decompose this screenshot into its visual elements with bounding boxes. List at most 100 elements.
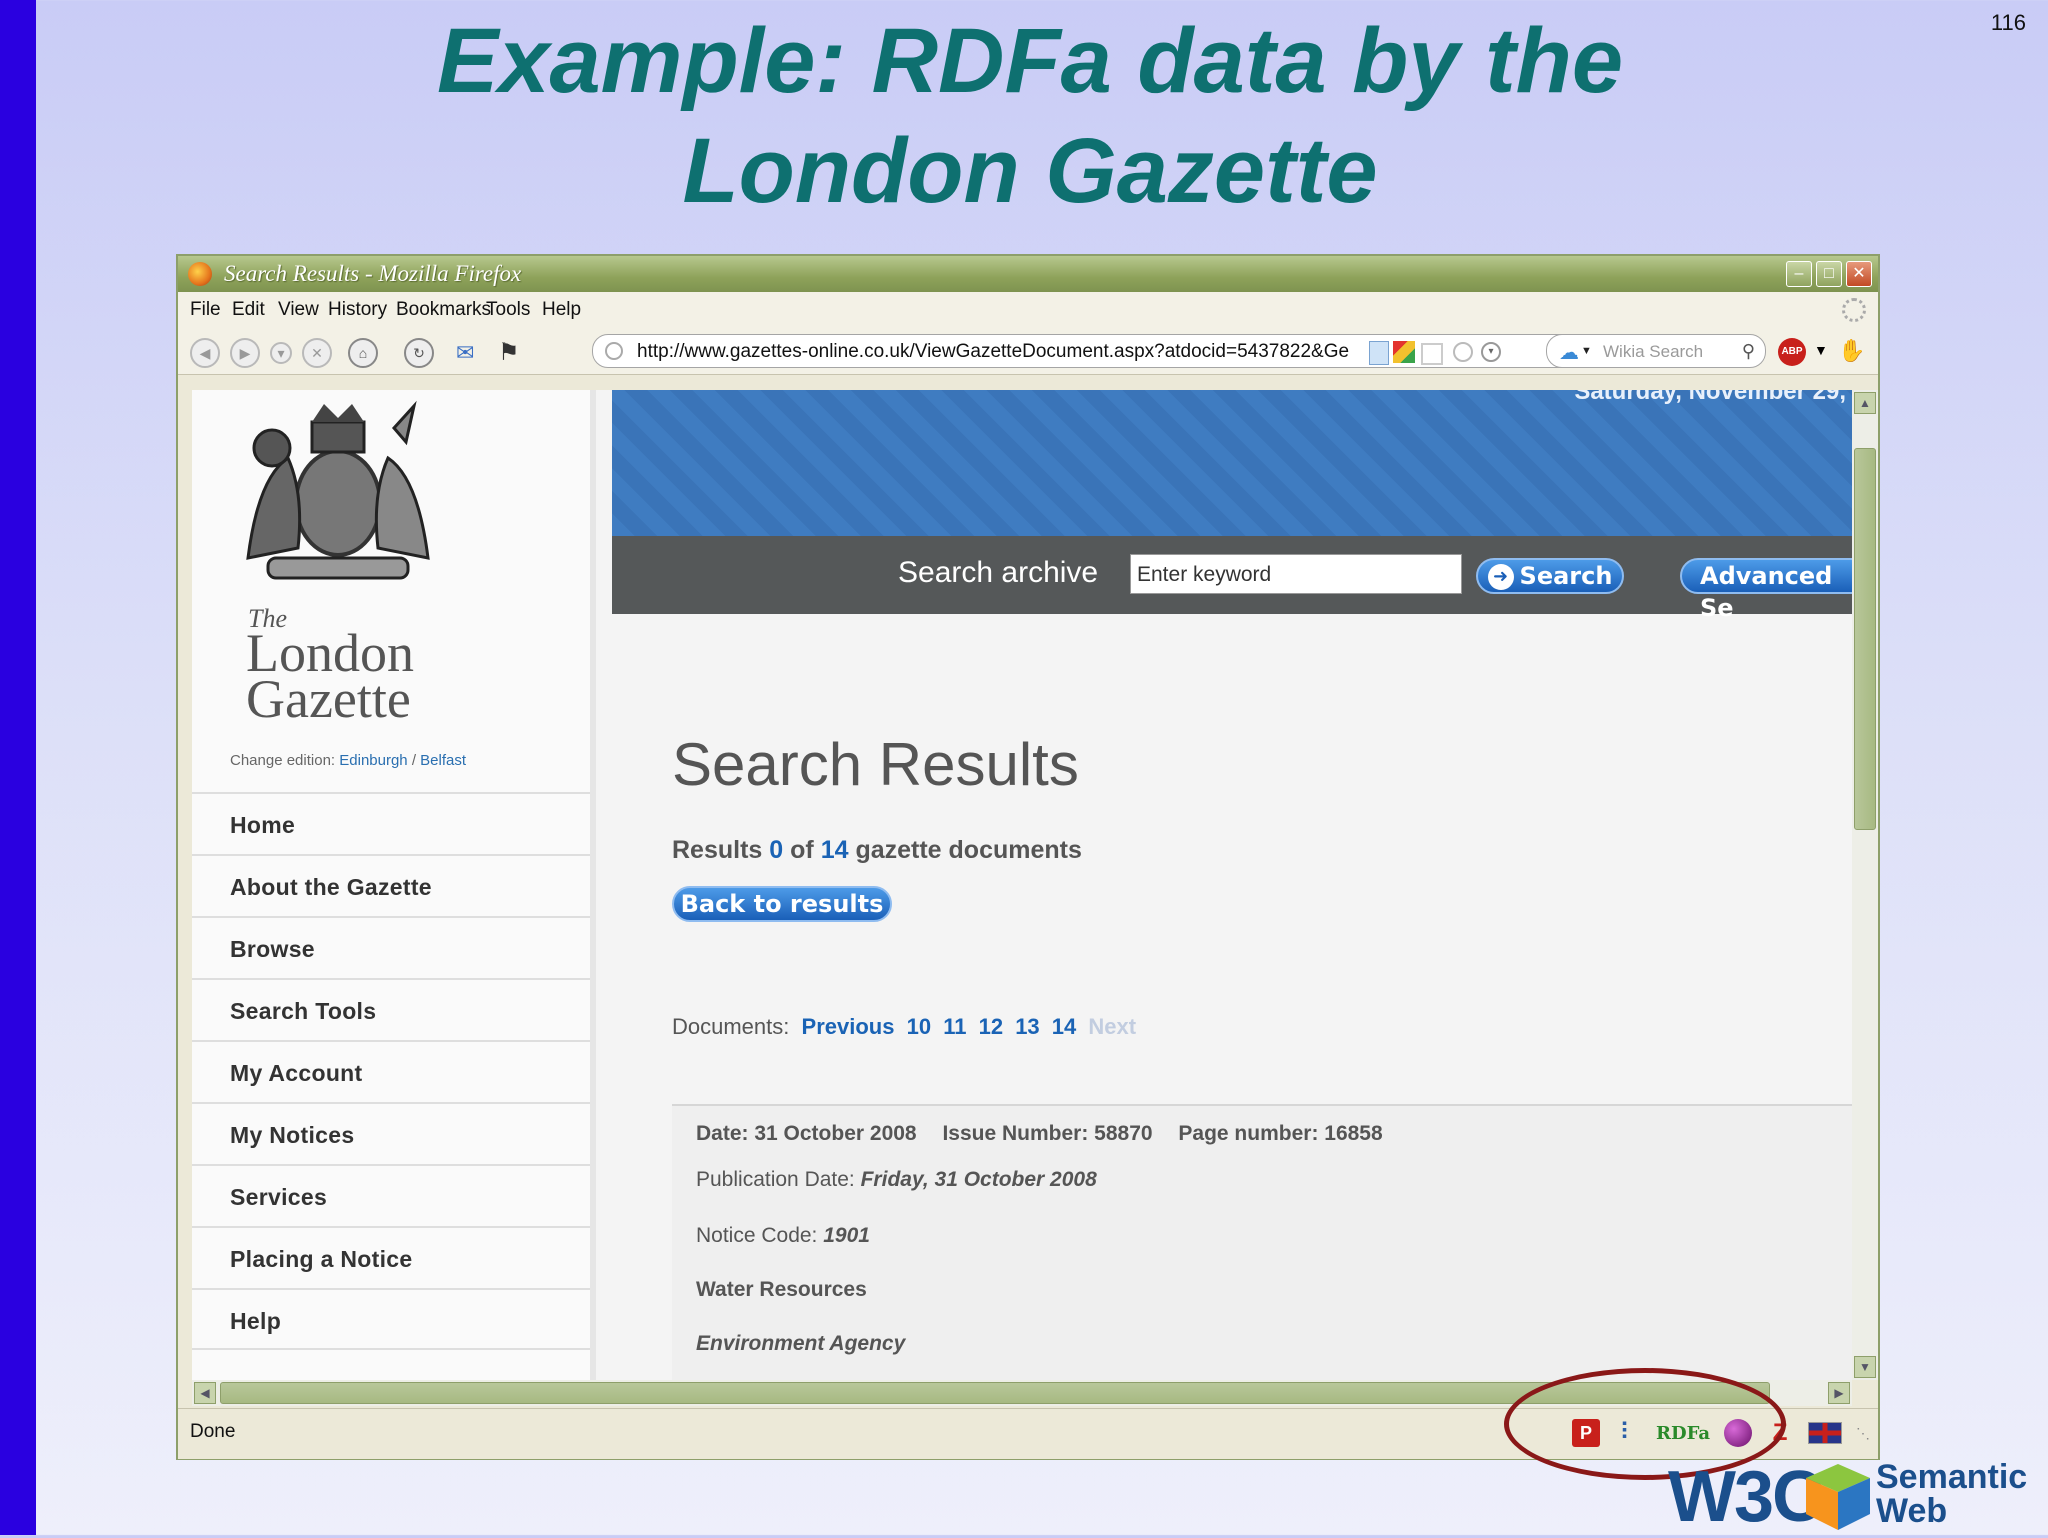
results-prefix: Results — [672, 836, 763, 864]
hand-icon[interactable]: ✋ — [1838, 338, 1865, 364]
edition-label: Change edition: — [230, 752, 336, 769]
pager-previous[interactable]: Previous — [802, 1014, 895, 1039]
w3c-logo: W3C — [1668, 1457, 1824, 1537]
history-dropdown-icon[interactable]: ▾ — [270, 342, 292, 364]
menu-bookmarks[interactable]: Bookmarks — [396, 299, 491, 321]
semantic-web-cube-icon — [1806, 1464, 1870, 1530]
advanced-search-button[interactable]: Advanced Se — [1680, 558, 1852, 622]
firefox-icon — [188, 262, 212, 286]
scroll-up-icon[interactable]: ▲ — [1854, 392, 1876, 414]
pager-page-12[interactable]: 12 — [979, 1014, 1003, 1039]
search-engine-icon[interactable]: ☁ — [1559, 340, 1579, 365]
notice-code-label: Notice Code: — [696, 1224, 818, 1247]
reload-icon[interactable]: ↻ — [404, 338, 434, 368]
slide-left-bar — [0, 0, 36, 1535]
menu-help[interactable]: Help — [542, 299, 581, 321]
sidebar-item-about[interactable]: About the Gazette — [192, 854, 590, 916]
grid-icon[interactable] — [1421, 343, 1443, 365]
semantic-web-line2: Web — [1876, 1492, 1948, 1530]
window-title: Search Results - Mozilla Firefox — [224, 261, 522, 286]
stop-icon[interactable]: ✕ — [302, 338, 332, 368]
banner-date: Saturday, November 29, — [1574, 390, 1846, 405]
pager-page-11[interactable]: 11 — [943, 1014, 966, 1039]
window-titlebar[interactable]: Search Results - Mozilla Firefox – □ ✕ — [178, 256, 1878, 292]
back-icon[interactable]: ◀ — [190, 338, 220, 368]
mail-icon[interactable]: ✉ — [456, 340, 474, 366]
page-icon[interactable] — [1369, 341, 1389, 365]
sidebar-item-placing-notice[interactable]: Placing a Notice — [192, 1226, 590, 1288]
scroll-left-icon[interactable]: ◀ — [194, 1382, 216, 1404]
publication-date-label: Publication Date: — [696, 1168, 855, 1191]
url-bar[interactable]: http://www.gazettes-online.co.uk/ViewGaz… — [592, 334, 1712, 368]
gazette-logo[interactable]: London Gazette — [246, 626, 414, 729]
results-suffix: gazette documents — [855, 836, 1082, 864]
home-icon[interactable]: ⌂ — [348, 338, 378, 368]
go-icon[interactable] — [1453, 342, 1473, 362]
edition-edinburgh-link[interactable]: Edinburgh — [339, 752, 407, 769]
sidebar-item-browse[interactable]: Browse — [192, 916, 590, 978]
menu-file[interactable]: File — [190, 299, 221, 321]
status-text: Done — [190, 1421, 236, 1442]
sidebar-item-my-account[interactable]: My Account — [192, 1040, 590, 1102]
scroll-right-icon[interactable]: ▶ — [1828, 1382, 1850, 1404]
slide-title-line1: Example: RDFa data by the — [436, 10, 1624, 112]
menu-history[interactable]: History — [328, 299, 387, 321]
uk-flag-icon[interactable] — [1808, 1422, 1843, 1444]
search-archive-bar: Search archive Enter keyword ➜ Search Adv… — [612, 536, 1852, 622]
adblock-dropdown-icon[interactable]: ▼ — [1814, 342, 1828, 358]
edition-belfast-link[interactable]: Belfast — [420, 752, 466, 769]
search-button-label: Search — [1519, 562, 1613, 590]
search-icon[interactable]: ⚲ — [1742, 341, 1755, 362]
window-controls: – □ ✕ — [1786, 261, 1872, 287]
menu-tools[interactable]: Tools — [486, 299, 530, 321]
pager-page-10[interactable]: 10 — [907, 1014, 931, 1039]
arrow-right-icon: ➜ — [1487, 564, 1514, 590]
search-button[interactable]: ➜ Search — [1476, 558, 1624, 594]
publication-date-row: Publication Date: Friday, 31 October 200… — [696, 1168, 1097, 1192]
results-summary: Results 0 of 14 gazette documents — [672, 836, 1082, 865]
vertical-scroll-thumb[interactable] — [1854, 448, 1876, 830]
notice-organisation: Environment Agency — [696, 1332, 906, 1355]
scroll-down-icon[interactable]: ▼ — [1854, 1356, 1876, 1378]
sidebar-item-search-tools[interactable]: Search Tools — [192, 978, 590, 1040]
adblock-icon[interactable]: ABP — [1778, 338, 1806, 366]
notice-code-value: 1901 — [823, 1224, 870, 1247]
engine-dropdown-icon[interactable]: ▼ — [1581, 345, 1592, 357]
edition-separator: / — [411, 752, 416, 769]
semantic-web-logo: Semantic Web — [1876, 1460, 2027, 1528]
resize-grip-icon[interactable]: ⋱ — [1856, 1425, 1870, 1442]
close-button[interactable]: ✕ — [1846, 261, 1872, 287]
keyword-input[interactable]: Enter keyword — [1130, 554, 1462, 594]
logo-gazette: Gazette — [246, 669, 411, 729]
minimize-button[interactable]: – — [1786, 261, 1812, 287]
sidebar-item-help[interactable]: Help — [192, 1288, 590, 1350]
pager-page-13[interactable]: 13 — [1015, 1014, 1039, 1039]
vertical-scrollbar[interactable]: ▲ ▼ — [1852, 390, 1878, 1380]
addon-icon[interactable] — [1393, 341, 1415, 363]
menu-edit[interactable]: Edit — [232, 299, 265, 321]
results-total: 14 — [820, 836, 849, 864]
back-to-results-button[interactable]: Back to results — [672, 886, 892, 922]
forward-icon[interactable]: ▶ — [230, 338, 260, 368]
nav-toolbar: ◀ ▶ ▾ ✕ ⌂ ↻ ✉ ⚑ http://www.gazettes-onli… — [178, 328, 1878, 375]
pager-page-14[interactable]: 14 — [1052, 1014, 1076, 1039]
browser-window: Search Results - Mozilla Firefox – □ ✕ F… — [176, 254, 1880, 1460]
change-edition: Change edition: Edinburgh / Belfast — [230, 752, 466, 769]
sidebar-item-home[interactable]: Home — [192, 792, 590, 854]
url-text[interactable]: http://www.gazettes-online.co.uk/ViewGaz… — [637, 341, 1357, 363]
page-title: Search Results — [672, 731, 1079, 798]
bookmark-tag-icon[interactable]: ⚑ — [498, 338, 520, 367]
menu-view[interactable]: View — [278, 299, 319, 321]
sidebar-item-services[interactable]: Services — [192, 1164, 590, 1226]
sidebar-item-my-notices[interactable]: My Notices — [192, 1102, 590, 1164]
royal-crest-icon — [246, 400, 430, 580]
url-dropdown-icon[interactable]: ▾ — [1481, 342, 1501, 362]
notice-date: Date: 31 October 2008 — [696, 1122, 917, 1145]
slide-title-line2: London Gazette — [682, 120, 1378, 222]
notice-issue: Issue Number: 58870 — [942, 1122, 1153, 1145]
web-search-box[interactable]: ☁ ▼ Wikia Search ⚲ — [1546, 334, 1766, 368]
site-identity-icon[interactable] — [605, 342, 623, 360]
notice-detail: Date: 31 October 2008 Issue Number: 5887… — [672, 1104, 1852, 1380]
maximize-button[interactable]: □ — [1816, 261, 1842, 287]
publication-date-value: Friday, 31 October 2008 — [860, 1168, 1097, 1191]
